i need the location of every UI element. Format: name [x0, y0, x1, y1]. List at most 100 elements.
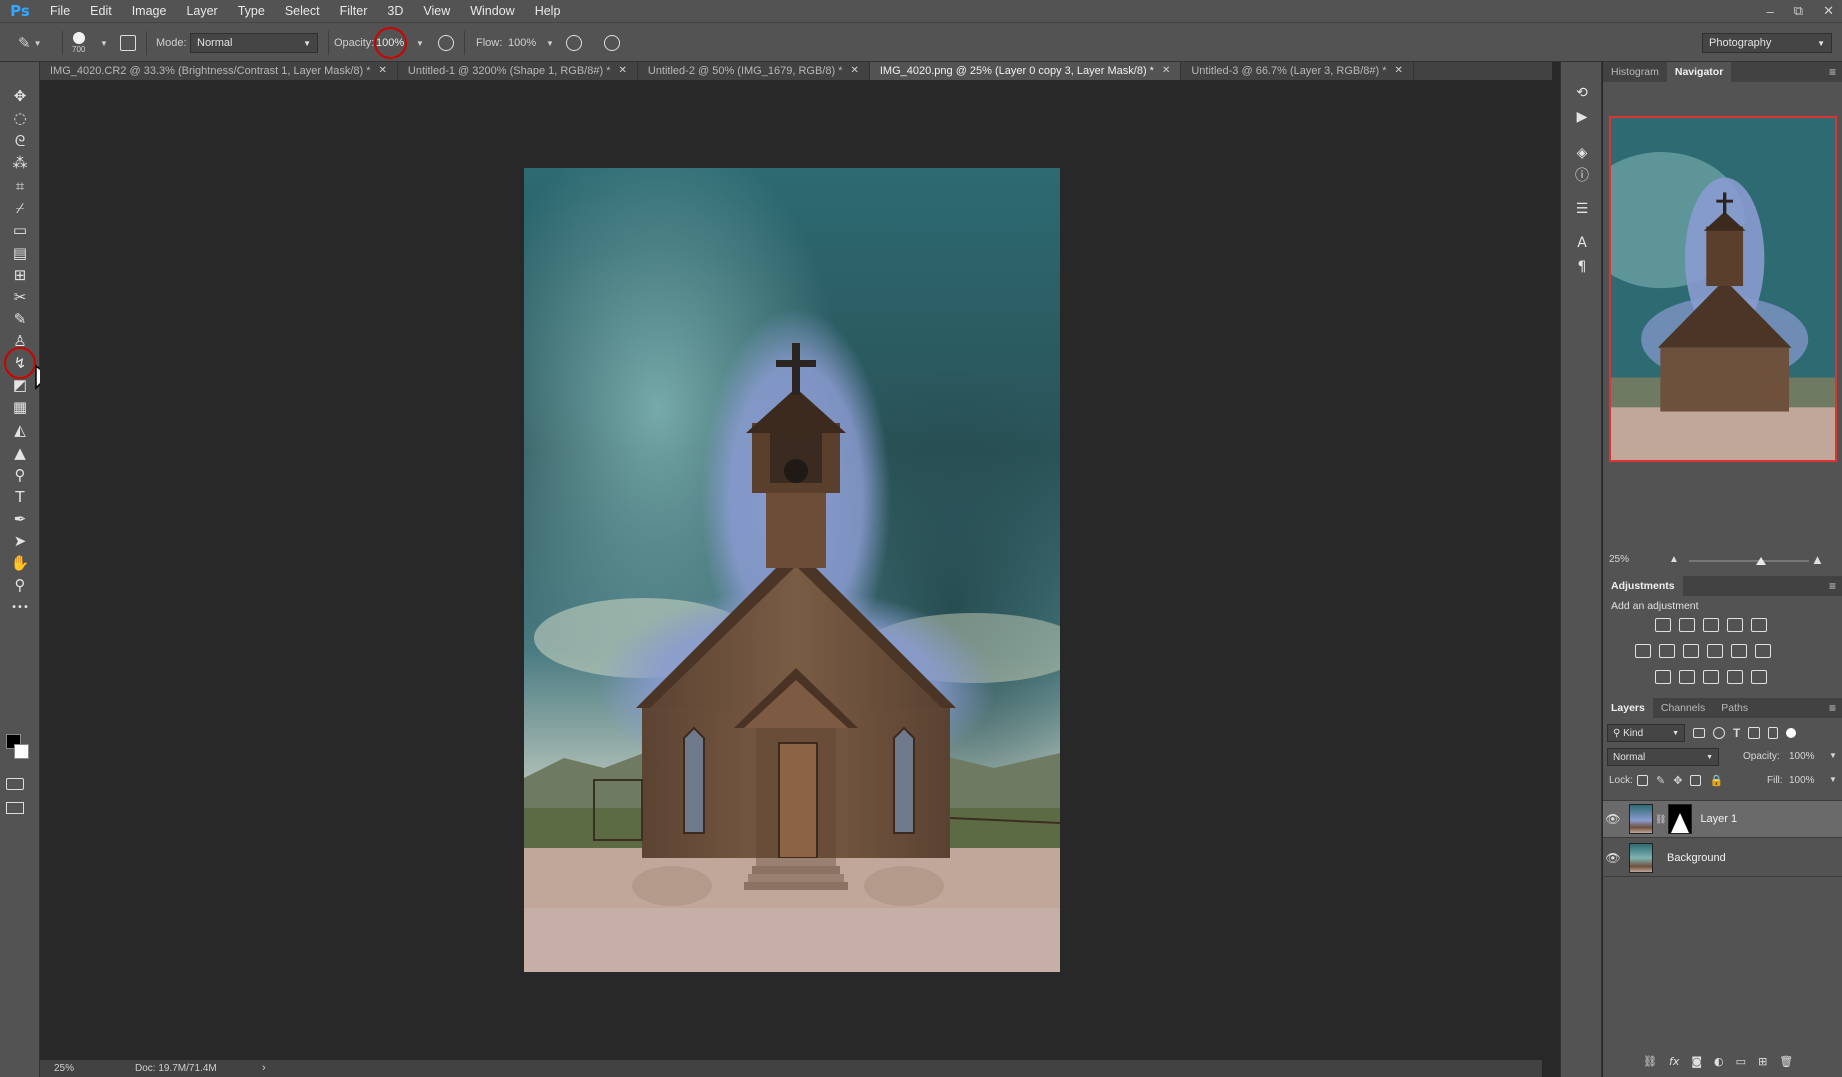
spot-healing-tool-icon[interactable]: ▭ [8, 219, 32, 241]
tab-adjustments[interactable]: Adjustments [1603, 576, 1683, 596]
menu-file[interactable]: File [40, 0, 80, 22]
blend-mode-select[interactable]: Normal ▼ [1607, 748, 1719, 766]
levels-icon[interactable] [1679, 618, 1695, 632]
menu-view[interactable]: View [413, 0, 460, 22]
pixel-filter-icon[interactable] [1693, 728, 1705, 738]
link-icon[interactable]: ⛓ [1655, 814, 1666, 825]
channel-mixer-icon[interactable] [1731, 644, 1747, 658]
character-panel-icon[interactable]: A [1571, 232, 1593, 254]
brush-panel-toggle[interactable] [120, 23, 136, 63]
marquee-tool-icon[interactable]: ◌ [8, 107, 32, 129]
chevron-right-icon[interactable]: › [262, 1062, 266, 1074]
type-filter-icon[interactable]: T [1733, 726, 1740, 740]
lock-pixels-icon[interactable]: ✎ [1656, 774, 1665, 787]
tool-presets-panel-icon[interactable]: ☰ [1571, 198, 1593, 220]
menu-image[interactable]: Image [122, 0, 177, 22]
hand-tool-icon[interactable]: ✋ [8, 552, 32, 574]
close-icon[interactable]: ✕ [1162, 62, 1170, 80]
actions-panel-icon[interactable]: ▶ [1571, 106, 1593, 128]
more-tools-icon[interactable]: ••• [8, 596, 32, 618]
threshold-icon[interactable] [1703, 670, 1719, 684]
lock-position-icon[interactable]: ✥ [1673, 774, 1682, 787]
pressure-size-toggle[interactable] [604, 23, 620, 63]
exposure-icon[interactable] [1727, 618, 1743, 632]
color-balance-icon[interactable] [1659, 644, 1675, 658]
history-panel-icon[interactable]: ⟲ [1571, 82, 1593, 104]
info-panel-icon[interactable]: ⓘ [1571, 164, 1593, 186]
filter-toggle-icon[interactable] [1786, 728, 1797, 738]
navigator-zoom-field[interactable]: 25% [1609, 554, 1629, 565]
menu-select[interactable]: Select [275, 0, 330, 22]
selective-color-icon[interactable] [1727, 670, 1743, 684]
layer-row-background[interactable]: 👁 Background [1603, 839, 1842, 877]
posterize-icon[interactable] [1679, 670, 1695, 684]
tab-img-4020-cr2[interactable]: IMG_4020.CR2 @ 33.3% (Brightness/Contras… [40, 62, 398, 80]
screen-mode-icon[interactable] [6, 802, 24, 814]
tab-layers[interactable]: Layers [1603, 698, 1653, 718]
document-canvas[interactable] [524, 168, 1060, 972]
color-lookup-icon[interactable] [1755, 644, 1771, 658]
quick-mask-icon[interactable] [6, 778, 24, 790]
opacity-dropdown[interactable]: ▼ [416, 23, 424, 63]
brush-tool-icon[interactable]: ✎ [8, 308, 32, 330]
chevron-down-icon[interactable]: ▼ [1829, 775, 1837, 784]
tab-navigator[interactable]: Navigator [1666, 62, 1732, 82]
vibrance-icon[interactable] [1751, 618, 1767, 632]
status-zoom[interactable]: 25% [54, 1063, 74, 1074]
navigator-preview[interactable] [1609, 116, 1837, 462]
workspace-switcher[interactable]: Photography ▼ [1702, 23, 1832, 63]
photo-filter-icon[interactable] [1707, 644, 1723, 658]
blur-tool-icon[interactable]: ◭ [8, 419, 32, 441]
lock-all-icon[interactable]: 🔒 [1709, 774, 1723, 787]
airbrush-toggle[interactable] [566, 23, 582, 63]
tab-untitled-2[interactable]: Untitled-2 @ 50% (IMG_1679, RGB/8) * ✕ [638, 62, 870, 80]
gradient-tool-icon[interactable]: ▦ [8, 396, 32, 418]
menu-3d[interactable]: 3D [377, 0, 413, 22]
close-icon[interactable]: ✕ [1395, 62, 1403, 80]
layer-filter-select[interactable]: ⚲ Kind ▼ [1607, 724, 1685, 742]
close-window-button[interactable]: ✕ [1823, 3, 1834, 19]
background-color-swatch[interactable] [14, 744, 29, 759]
close-icon[interactable]: ✕ [379, 62, 387, 80]
tool-preset-picker[interactable]: ✎ ▼ [18, 23, 42, 63]
zoom-tool-icon[interactable]: ⚲ [8, 574, 32, 596]
close-icon[interactable]: ✕ [618, 62, 626, 80]
new-group-icon[interactable]: ▭ [1736, 1055, 1746, 1068]
invert-icon[interactable] [1655, 670, 1671, 684]
navigator-zoom-slider[interactable] [1689, 560, 1809, 562]
fx-icon[interactable]: fx [1669, 1055, 1679, 1068]
flow-dropdown[interactable]: ▼ [546, 23, 554, 63]
magic-wand-tool-icon[interactable]: ⁂ [8, 152, 32, 174]
pen-tool-icon[interactable]: ✒ [8, 508, 32, 530]
menu-filter[interactable]: Filter [330, 0, 378, 22]
menu-type[interactable]: Type [228, 0, 275, 22]
healing-tool-icon[interactable]: ▤ [8, 242, 32, 264]
type-tool-icon[interactable]: T [8, 486, 32, 508]
menu-edit[interactable]: Edit [80, 0, 122, 22]
tab-channels[interactable]: Channels [1653, 698, 1713, 718]
status-doc-size[interactable]: Doc: 19.7M/71.4M [135, 1063, 217, 1074]
tab-paths[interactable]: Paths [1713, 698, 1756, 718]
black-white-icon[interactable] [1683, 644, 1699, 658]
visibility-eye-icon[interactable]: 👁 [1603, 851, 1623, 865]
delete-layer-icon[interactable]: 🗑 [1779, 1055, 1793, 1068]
chevron-down-icon[interactable]: ▼ [1829, 751, 1837, 760]
brightness-contrast-icon[interactable] [1655, 618, 1671, 632]
move-tool-icon[interactable]: ✥ [8, 85, 32, 107]
panel-menu-icon[interactable]: ≡ [1829, 65, 1836, 79]
new-adjustment-icon[interactable]: ◐ [1714, 1055, 1724, 1068]
panel-menu-icon[interactable]: ≡ [1829, 701, 1836, 715]
lasso-tool-icon[interactable]: ᘓ [8, 130, 32, 152]
layer-mask-thumbnail[interactable] [1668, 804, 1693, 834]
menu-layer[interactable]: Layer [176, 0, 227, 22]
fill-value[interactable]: 100% [1789, 775, 1815, 786]
new-layer-icon[interactable]: ⊞ [1758, 1055, 1767, 1068]
link-layers-icon[interactable]: ⛓ [1643, 1055, 1657, 1068]
mode-select[interactable]: Normal ▼ [190, 23, 318, 63]
tab-img-4020-png[interactable]: IMG_4020.png @ 25% (Layer 0 copy 3, Laye… [869, 62, 1182, 80]
eyedropper-tool-icon[interactable]: ⌿ [8, 197, 32, 219]
layer-name[interactable]: Background [1667, 852, 1726, 864]
brush-picker-arrow[interactable]: ▼ [100, 23, 108, 63]
layer-name[interactable]: Layer 1 [1700, 813, 1737, 825]
patch-tool-icon[interactable]: ⊞ [8, 264, 32, 286]
